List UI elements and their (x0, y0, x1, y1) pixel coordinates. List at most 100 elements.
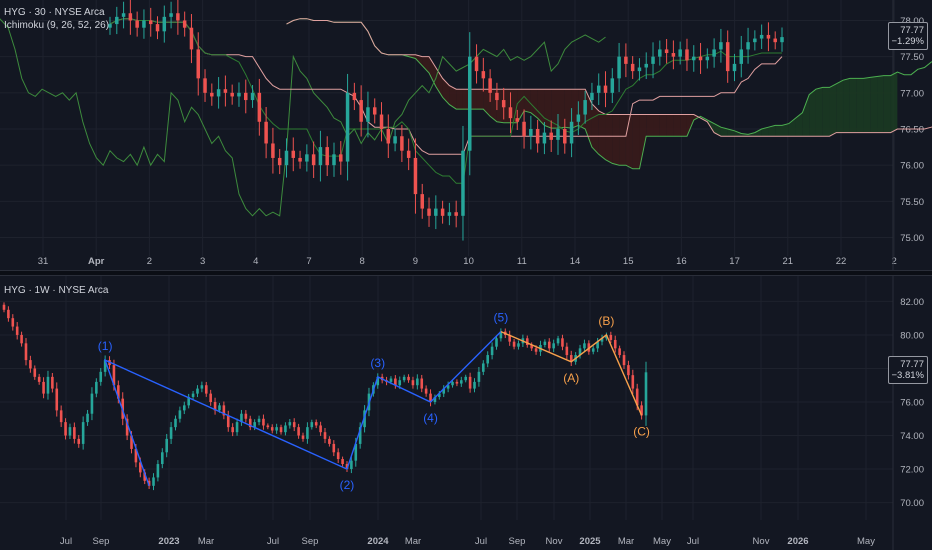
candle-body (244, 92, 248, 101)
y-tick-label: 75.50 (900, 197, 924, 208)
candle-body (223, 89, 228, 93)
candle-body (386, 129, 391, 144)
candle-body (753, 38, 757, 43)
candle-body (406, 150, 411, 158)
ichimoku-cloud-segment (849, 78, 857, 133)
candle-body (288, 422, 292, 426)
candle-body (218, 405, 221, 411)
candle-body (135, 20, 139, 28)
x-tick-label: 10 (463, 256, 474, 267)
candle-body (200, 385, 204, 389)
ichimoku-cloud-segment (605, 114, 613, 164)
candle-body (297, 427, 300, 436)
candle-body (161, 452, 164, 465)
candle-body (617, 56, 621, 79)
candle-body (306, 427, 309, 439)
candle-body (174, 418, 177, 428)
candle-body (705, 56, 710, 61)
x-tick-label: Jul (475, 536, 487, 547)
ichimoku-cloud-segment (598, 110, 606, 160)
candle-body (46, 376, 50, 394)
candle-body (178, 410, 182, 419)
candle-body (534, 348, 538, 352)
candle-body (529, 129, 533, 137)
candle-body (552, 343, 555, 349)
ichimoku-cloud-segment (829, 83, 837, 137)
candle-body (270, 427, 274, 431)
ichimoku-cloud-segment (666, 114, 674, 137)
candle-body (235, 422, 239, 433)
x-tick-label: 15 (623, 256, 634, 267)
candle-body (319, 425, 322, 433)
intraday-legend: HYG · 30 · NYSE Arca Ichimoku (9, 26, 52… (4, 6, 109, 32)
weekly-chart-svg[interactable]: 70.0072.0074.0076.0078.0080.0082.00JulSe… (0, 276, 932, 550)
candle-body (644, 63, 648, 68)
candle-body (284, 425, 287, 433)
candle-body (447, 212, 452, 216)
candle-body (156, 464, 160, 478)
candle-body (637, 67, 642, 72)
candle-body (314, 422, 318, 426)
candle-body (766, 34, 771, 39)
ichimoku-cloud-segment (883, 75, 891, 133)
candle-body (658, 49, 662, 57)
candle-body (698, 56, 703, 61)
y-tick-label: 76.00 (900, 398, 924, 409)
candle-body (68, 427, 72, 436)
candle-body (271, 143, 275, 158)
candle-body (209, 393, 212, 402)
x-tick-label: 11 (517, 256, 527, 267)
candle-body (773, 38, 777, 43)
candle-body (543, 341, 547, 345)
candle-body (631, 375, 635, 389)
y-tick-label: 72.00 (900, 465, 924, 476)
candle-body (454, 212, 458, 216)
y-tick-label: 77.50 (900, 52, 924, 63)
candle-body (427, 208, 431, 216)
intraday-chart-pane[interactable]: 75.0075.5076.0076.5077.0077.5078.0031Apr… (0, 0, 932, 270)
candle-body (59, 410, 63, 423)
candle-body (20, 334, 23, 344)
candle-body (148, 20, 153, 25)
ichimoku-cloud-segment (856, 78, 864, 133)
x-tick-label: 2 (147, 256, 152, 267)
intraday-chart-svg[interactable]: 75.0075.5076.0076.5077.0077.5078.0031Apr… (0, 0, 932, 270)
x-tick-label: Nov (546, 536, 563, 547)
candle-body (549, 132, 553, 140)
candle-body (37, 376, 41, 382)
candle-body (556, 338, 560, 344)
candle-body (461, 150, 465, 216)
candle-body (411, 380, 415, 386)
y-tick-label: 70.00 (900, 498, 924, 509)
ichimoku-cloud-segment (775, 125, 782, 137)
candle-body (332, 443, 336, 453)
x-tick-label: Mar (198, 536, 214, 547)
x-tick-label: 21 (783, 256, 794, 267)
candle-body (780, 37, 784, 43)
candle-body (155, 24, 160, 32)
candle-body (359, 100, 363, 122)
weekly-chart-pane[interactable]: 70.0072.0074.0076.0078.0080.0082.00JulSe… (0, 276, 932, 550)
candle-body (191, 393, 195, 397)
ichimoku-cloud-segment (680, 114, 687, 137)
candle-body (277, 157, 282, 166)
x-tick-label: 16 (676, 256, 687, 267)
candle-body (336, 452, 340, 459)
candle-body (420, 194, 424, 209)
ichimoku-cloud-segment (625, 114, 633, 169)
pane-background (0, 276, 932, 550)
candle-body (226, 415, 230, 428)
candle-body (413, 157, 418, 195)
candle-body (627, 365, 630, 376)
x-tick-label: 2026 (787, 536, 808, 547)
candle-body (42, 381, 45, 394)
x-tick-label: 8 (360, 256, 365, 267)
candle-body (266, 425, 270, 428)
ichimoku-cloud-segment (619, 114, 626, 166)
candle-body (305, 154, 309, 162)
candle-body (292, 422, 296, 428)
candle-body (250, 92, 255, 101)
y-tick-label: 76.50 (900, 125, 924, 136)
candle-body (318, 147, 323, 166)
candle-body (372, 107, 377, 115)
